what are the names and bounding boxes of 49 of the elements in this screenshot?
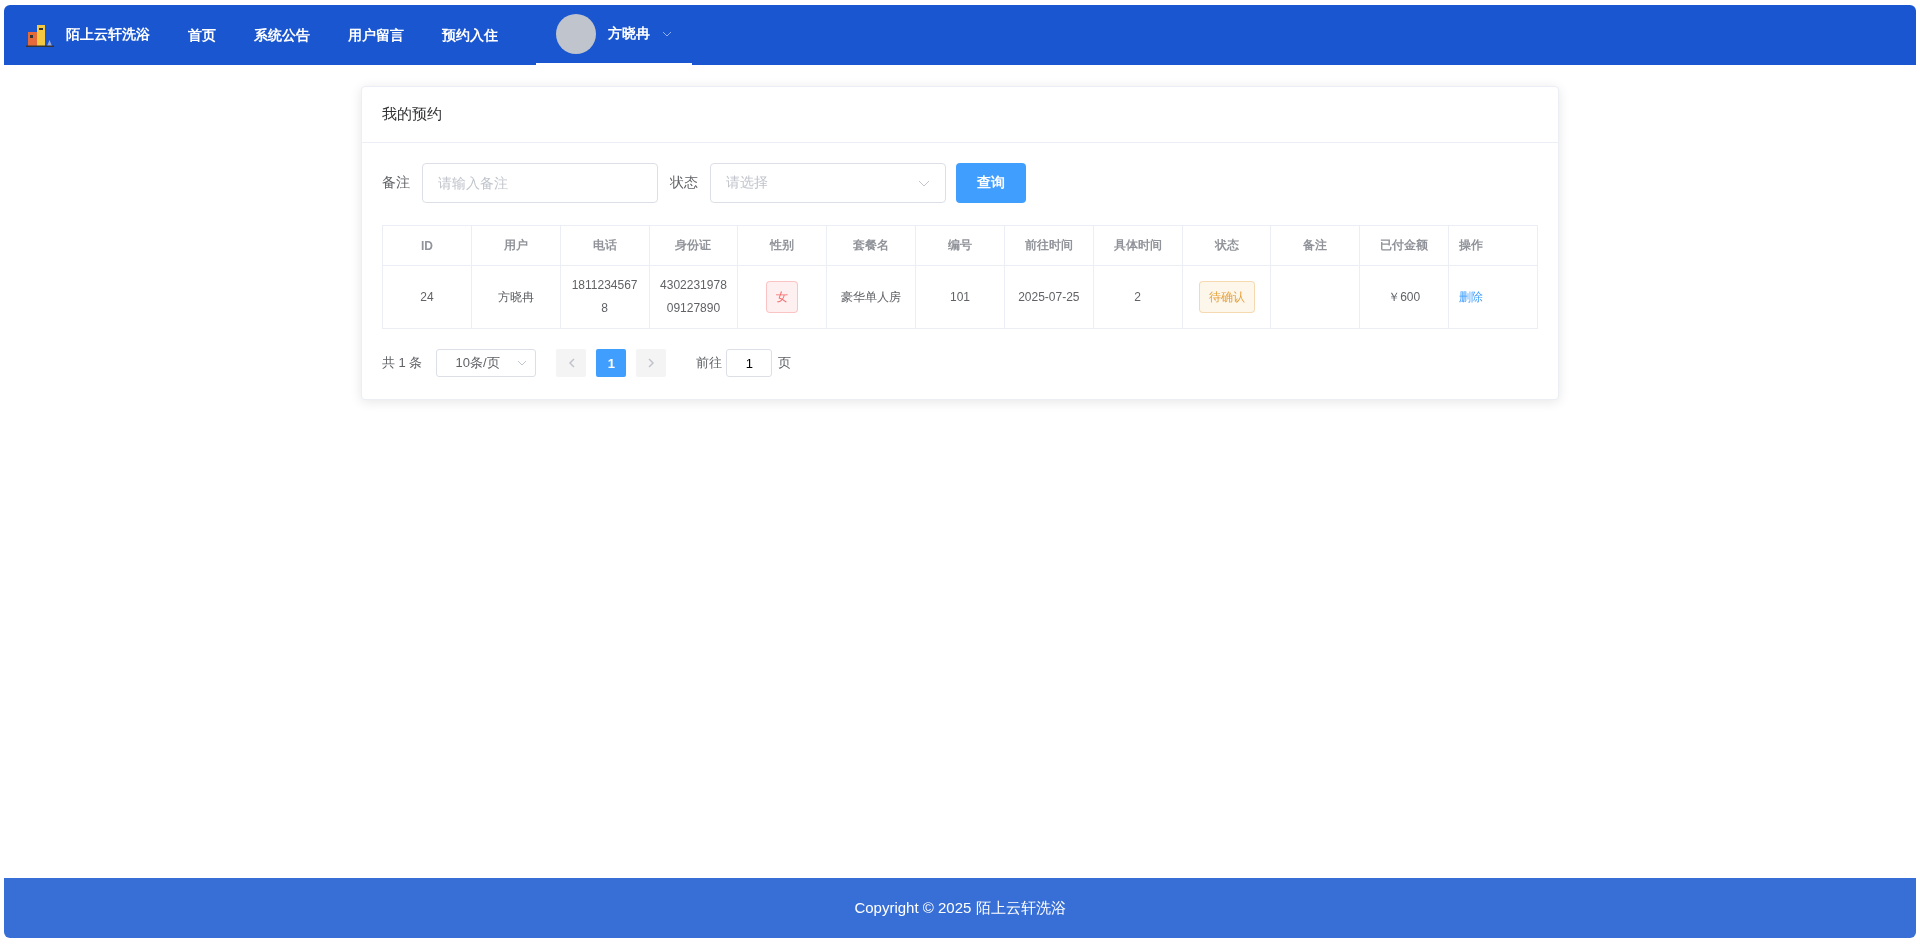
nav-link[interactable]: 首页	[188, 5, 230, 65]
table-cell: 430223197809127890	[660, 278, 727, 315]
column-header: 用户	[471, 225, 561, 266]
table-cell: 24	[420, 289, 434, 304]
filter-label: 备注	[382, 174, 410, 192]
table-cell: 2	[1134, 289, 1141, 304]
table-cell: ￥600	[1388, 289, 1421, 304]
card-title: 我的预约	[382, 105, 442, 124]
column-header: 具体时间	[1093, 225, 1183, 266]
column-header: ID	[382, 225, 472, 266]
column-header: 已付金额	[1359, 225, 1449, 266]
column-header: 前往时间	[1004, 225, 1094, 266]
nav-link[interactable]: 预约入住	[442, 5, 512, 65]
brand-name: 陌上云轩洗浴	[66, 26, 150, 44]
column-header: 身份证	[649, 225, 738, 266]
column-header: 操作	[1448, 225, 1538, 266]
goto-label: 前往	[696, 354, 723, 372]
next-page-button[interactable]	[636, 349, 667, 377]
table-cell: 18112345678	[571, 278, 638, 315]
previous-page-button[interactable]	[556, 349, 587, 377]
chevron-down-icon	[662, 31, 672, 37]
page-size-select[interactable]: 10条/页	[436, 349, 537, 377]
building-icon	[26, 23, 54, 47]
user-menu[interactable]: 方晓冉	[536, 5, 692, 65]
status-tag: 待确认	[1198, 281, 1255, 313]
table-cell: 2025-07-25	[1018, 289, 1080, 304]
chevron-right-icon	[647, 358, 655, 368]
status-tag: 女	[766, 281, 799, 313]
nav-link[interactable]: 用户留言	[348, 5, 418, 65]
page-suffix: 页	[778, 354, 792, 372]
column-header: 备注	[1270, 225, 1360, 266]
column-header: 状态	[1182, 225, 1271, 266]
copyright-text: Copyright © 2025 陌上云轩洗浴	[854, 898, 1066, 918]
chevron-down-icon	[918, 179, 930, 187]
column-header: 套餐名	[826, 225, 916, 266]
column-header: 编号	[915, 225, 1005, 266]
total-count: 共 1 条	[382, 354, 423, 372]
column-header: 电话	[560, 225, 650, 266]
chevron-left-icon	[567, 358, 575, 368]
chevron-down-icon	[517, 360, 528, 366]
nav-link[interactable]: 系统公告	[254, 5, 324, 65]
table-cell: 101	[949, 289, 970, 304]
avatar	[556, 14, 596, 54]
filter-label: 状态	[670, 174, 698, 192]
page-number-field[interactable]: 1	[726, 349, 773, 377]
table-cell: 豪华单人房	[841, 289, 902, 304]
input-field[interactable]: 请输入备注	[422, 163, 658, 203]
column-header: 性别	[737, 225, 827, 266]
table-cell: 方晓冉	[497, 289, 534, 304]
